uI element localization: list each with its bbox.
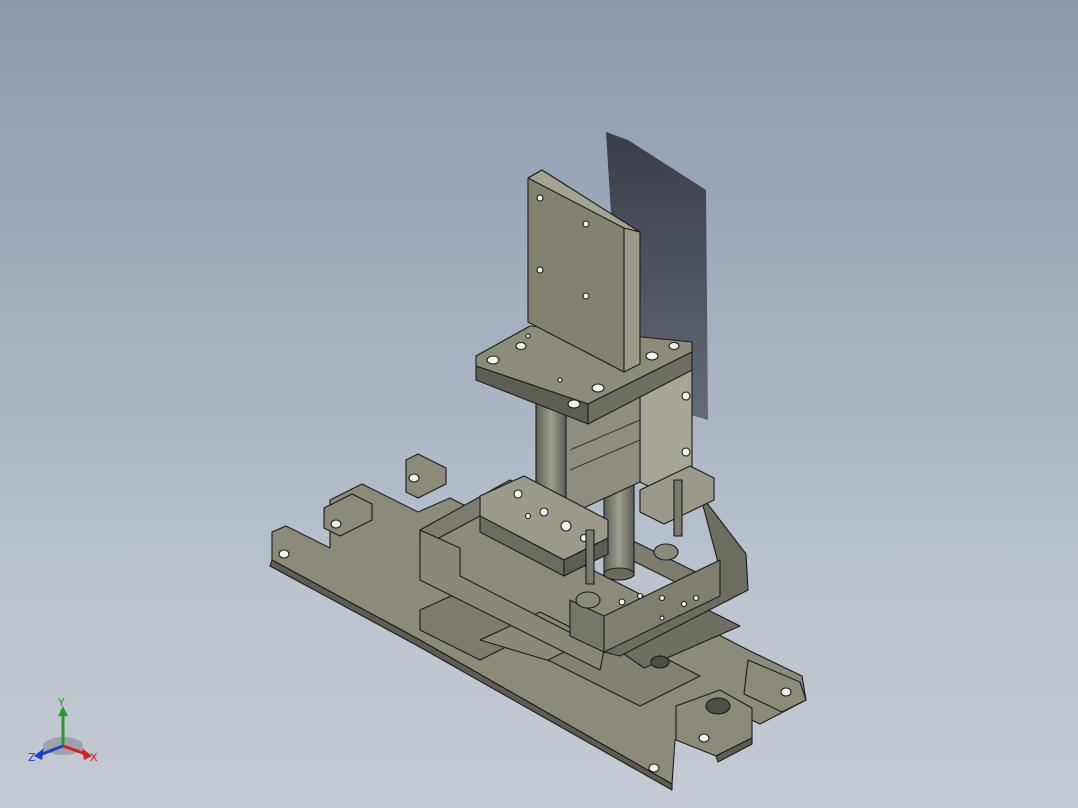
triad-y-label: Y [58,696,65,709]
base-hole [408,473,420,483]
sensor-left [585,529,595,585]
base-counterbore [705,697,731,715]
top-plate-hole [515,341,527,351]
upright-hole [536,266,544,274]
slide-block-hole [513,489,523,499]
sensor-left-knob [575,591,601,609]
upright-hole [582,220,590,228]
base-counterbore [650,655,670,669]
graphics-viewport[interactable]: X Y Z [0,0,1078,808]
sensor-right-knob [653,543,679,561]
view-orientation-triad: X Y Z [20,690,110,780]
triad-axes [34,706,92,760]
top-plate-pin [525,333,531,339]
3d-model-view[interactable] [0,0,1078,808]
base-hole [780,687,792,697]
upright-plate-edge [623,227,641,373]
top-plate-hole [591,383,605,393]
top-plate-hole [645,351,659,361]
top-plate-pin [557,377,563,383]
triad-x-label: X [90,751,98,764]
tray-hole [680,600,688,608]
upright-hole [536,194,544,202]
base-hole [698,733,710,743]
guide-rod-right-base [603,567,635,581]
slide-block-hole [524,512,532,520]
tray-hole [618,598,626,606]
base-hole [648,763,660,773]
slide-block-hole [560,520,572,532]
triad-z-label: Z [28,751,36,764]
slide-block-hole [539,507,549,517]
base-hole [278,549,290,559]
base-hole [330,519,342,529]
sensor-right [673,479,683,537]
top-plate-hole [486,355,500,365]
tray-hole [692,594,700,602]
tray-hole [659,615,665,621]
tray-hole [658,594,666,602]
top-plate-hole [668,341,680,351]
cylinder-port [681,447,691,457]
cylinder-port [681,391,691,401]
tray-hole [636,592,644,600]
top-plate-hole [567,399,581,409]
upright-hole [582,292,590,300]
